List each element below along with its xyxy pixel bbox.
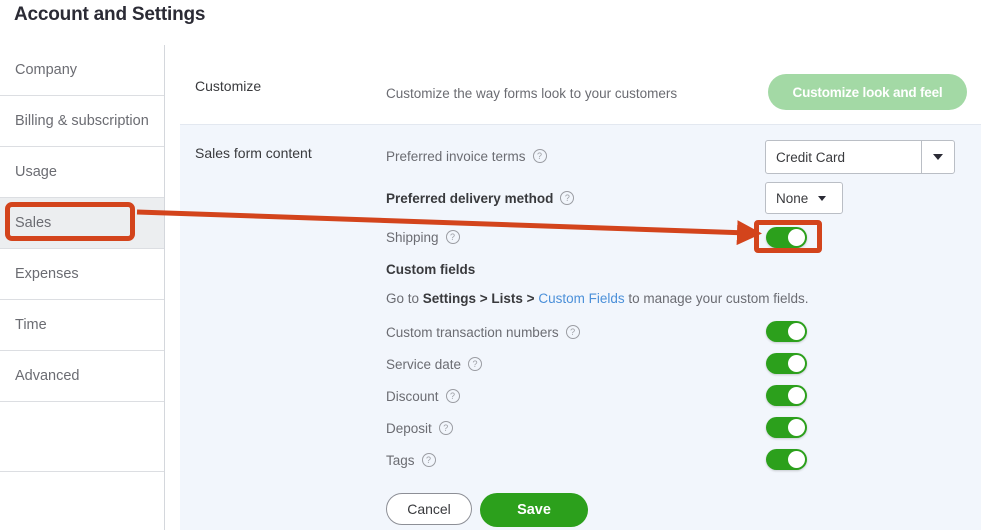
sidebar-item-label: Company	[15, 62, 78, 78]
custom-fields-hint: Go to Settings > Lists > Custom Fields t…	[386, 291, 808, 306]
sidebar-item-company[interactable]: Company	[0, 45, 164, 96]
custom-fields-heading: Custom fields	[386, 261, 476, 277]
toggle-knob	[788, 419, 805, 436]
customize-section: Customize Customize the way forms look t…	[180, 62, 981, 124]
service-date-label: Service date	[386, 356, 462, 372]
chevron-down-icon	[818, 195, 827, 201]
discount-toggle[interactable]	[766, 385, 807, 406]
customize-look-and-feel-button[interactable]: Customize look and feel	[768, 74, 967, 110]
service-date-toggle[interactable]	[766, 353, 807, 374]
help-icon[interactable]: ?	[438, 421, 453, 435]
tags-label: Tags	[386, 452, 415, 468]
sidebar-item-label: Usage	[15, 164, 57, 180]
deposit-row: Deposit ?	[386, 416, 453, 440]
preferred-delivery-method-dropdown[interactable]: None	[765, 182, 843, 214]
account-and-settings-page: Account and Settings Company Billing & s…	[0, 0, 981, 530]
help-icon[interactable]: ?	[421, 453, 436, 467]
custom-transaction-numbers-row: Custom transaction numbers ?	[386, 320, 580, 344]
tags-toggle[interactable]	[766, 449, 807, 470]
cancel-button[interactable]: Cancel	[386, 493, 472, 525]
preferred-invoice-terms-row: Preferred invoice terms ?	[386, 144, 547, 168]
shipping-row: Shipping ?	[386, 225, 460, 249]
sales-form-content-section: Sales form content Preferred invoice ter…	[180, 124, 981, 530]
discount-label: Discount	[386, 388, 439, 404]
sidebar-item-time[interactable]: Time	[0, 300, 164, 351]
help-icon[interactable]: ?	[445, 389, 460, 403]
help-icon[interactable]: ?	[445, 230, 460, 244]
toggle-knob	[788, 323, 805, 340]
shipping-toggle[interactable]	[766, 227, 807, 248]
sidebar-item-expenses[interactable]: Expenses	[0, 249, 164, 300]
sidebar-item-label: Expenses	[15, 266, 79, 282]
custom-transaction-numbers-toggle[interactable]	[766, 321, 807, 342]
toggle-knob	[788, 387, 805, 404]
preferred-invoice-terms-value: Credit Card	[776, 149, 846, 165]
custom-fields-link[interactable]: Custom Fields	[538, 291, 624, 306]
customize-description: Customize the way forms look to your cus…	[386, 86, 678, 101]
deposit-label: Deposit	[386, 420, 432, 436]
custom-fields-heading-row: Custom fields	[386, 257, 475, 281]
page-title: Account and Settings	[14, 4, 206, 25]
help-icon[interactable]: ?	[468, 357, 483, 371]
deposit-toggle[interactable]	[766, 417, 807, 438]
sidebar-item-label: Sales	[15, 215, 52, 231]
toggle-knob	[788, 229, 805, 246]
toggle-knob	[788, 451, 805, 468]
sidebar-item-label: Billing & subscription	[15, 113, 149, 129]
help-icon[interactable]: ?	[532, 149, 547, 163]
preferred-delivery-method-value: None	[776, 190, 809, 206]
customize-section-label: Customize	[195, 78, 262, 94]
save-button[interactable]: Save	[480, 493, 588, 527]
sidebar-item-label: Time	[15, 317, 47, 333]
sidebar-item-advanced[interactable]: Advanced	[0, 351, 164, 402]
hint-prefix: Go to	[386, 291, 423, 306]
discount-row: Discount ?	[386, 384, 460, 408]
custom-transaction-numbers-label: Custom transaction numbers	[386, 324, 559, 340]
hint-bold: Settings > Lists >	[422, 291, 535, 306]
sidebar-item-sales[interactable]: Sales	[0, 198, 164, 249]
sales-form-content-label: Sales form content	[195, 145, 312, 161]
help-icon[interactable]: ?	[560, 191, 575, 205]
sidebar-item-billing-subscription[interactable]: Billing & subscription	[0, 96, 164, 147]
tags-row: Tags ?	[386, 448, 436, 472]
preferred-invoice-terms-dropdown[interactable]: Credit Card	[765, 140, 955, 174]
settings-sidebar: Company Billing & subscription Usage Sal…	[0, 45, 165, 530]
sidebar-empty-area	[0, 402, 164, 472]
sidebar-item-usage[interactable]: Usage	[0, 147, 164, 198]
chevron-down-icon[interactable]	[921, 141, 954, 173]
toggle-knob	[788, 355, 805, 372]
sidebar-item-label: Advanced	[15, 368, 80, 384]
hint-suffix: to manage your custom fields.	[624, 291, 809, 306]
preferred-invoice-terms-label: Preferred invoice terms	[386, 148, 526, 164]
shipping-label: Shipping	[386, 229, 439, 245]
service-date-row: Service date ?	[386, 352, 483, 376]
help-icon[interactable]: ?	[565, 325, 580, 339]
preferred-delivery-method-row: Preferred delivery method ?	[386, 186, 575, 210]
preferred-delivery-method-label: Preferred delivery method	[386, 190, 554, 206]
